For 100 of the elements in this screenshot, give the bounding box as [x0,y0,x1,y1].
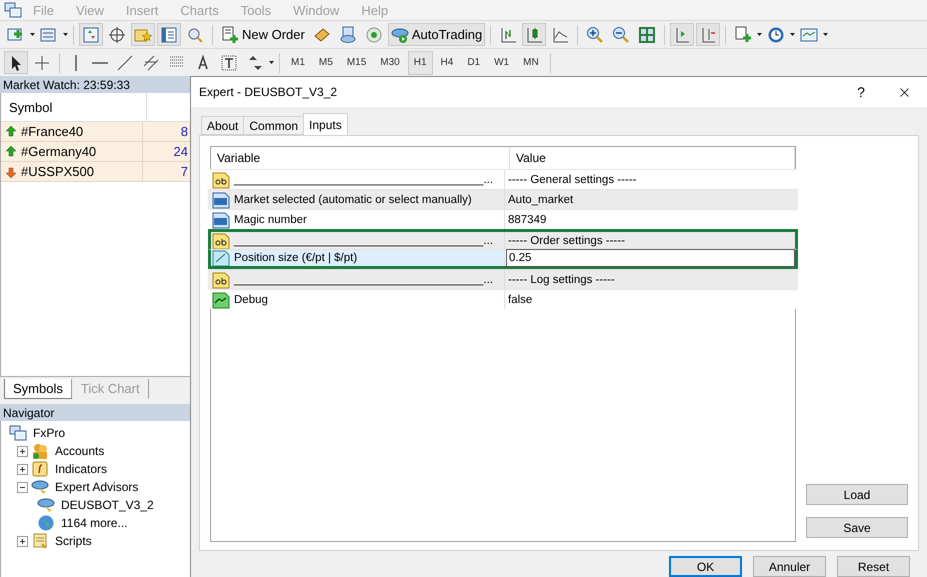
value-cell: 887349 [508,214,546,226]
dialog-button[interactable]: Annuler [753,556,826,577]
tree-item[interactable]: DEUSBOT_V3_2 [37,496,190,514]
market-watch-button[interactable] [79,23,103,46]
folder-star-button[interactable] [131,23,155,46]
caret-icon [823,33,828,36]
timeframe-button[interactable]: MN [517,50,545,74]
value-cell: false [508,294,532,306]
save-button[interactable]: Save [806,517,908,538]
crosshair-icon [33,54,51,72]
line-chart-icon [551,26,570,44]
price-cell-text: 8 [180,124,189,139]
collapse-icon[interactable] [17,482,28,492]
tree-item[interactable]: FxPro [9,424,190,442]
window-title: Expert - DEUSBOT_V3_2 [199,85,338,99]
timeframe-button[interactable]: M15 [340,50,372,74]
variable-name: Magic number [234,214,307,226]
dialog-tab[interactable]: Common [243,116,304,135]
navigator-button[interactable] [157,23,181,46]
chart-type-icon [212,290,230,308]
value-input[interactable]: 0.25 [506,249,795,267]
dialog-tab[interactable]: Inputs [303,113,348,135]
caret-icon [757,33,762,36]
tree-item[interactable]: 1164 more... [37,514,190,532]
dialog-button[interactable]: OK [669,556,742,577]
text-type-icon [212,232,230,249]
text-label-icon [220,54,238,72]
add-indicator-icon [734,26,752,44]
timeframe-button[interactable]: M5 [312,50,339,74]
tree-label: Accounts [55,444,104,458]
new-chart-icon [7,26,25,44]
timeframe-button[interactable]: D1 [461,50,486,74]
timeframe-button[interactable]: M30 [374,50,406,74]
tile-windows-icon [638,26,656,44]
terminal-icon [9,424,27,442]
navigator-icon [160,26,178,44]
tree-label: Indicators [55,462,108,476]
tree-item[interactable]: Expert Advisors [17,478,190,496]
caret-icon [30,33,35,36]
chart-shift-button[interactable] [696,23,720,46]
template-icon [800,26,818,44]
clock-icon [767,26,786,44]
variable-name: Position size (€/pt | $/pt) [234,252,358,264]
expand-icon[interactable] [17,446,28,456]
profiles-icon [40,26,58,44]
column-header: Symbol [1,93,147,121]
help-button[interactable]: ? [841,77,881,107]
timeframe-button[interactable]: H1 [408,50,433,74]
tree-label: 1164 more... [61,516,128,530]
fraction-type-icon [212,250,230,266]
new-order-button[interactable]: New Order [218,23,308,46]
panel-title: Market Watch: 23:59:33 [0,76,190,93]
caret-icon [790,33,796,36]
new-order-icon [221,26,239,44]
zoom-in-icon [586,26,604,44]
tree-item[interactable]: Accounts [17,442,190,460]
text-type-icon [212,270,230,288]
hat-icon [37,496,55,514]
cursor-button[interactable] [4,51,28,74]
vertical-line-icon [75,54,77,70]
value-cell: ----- General settings ----- [508,174,636,186]
auto-scroll-button[interactable] [670,23,694,46]
tree-item[interactable]: Indicators [17,460,190,478]
tree-label: Scripts [55,534,92,548]
auto-trading-button[interactable]: AutoTrading [388,23,486,46]
variable-name: Debug [234,294,268,306]
price-cell-text: 7 [180,164,189,179]
value-cell: Auto_market [508,194,574,206]
variable-name: _______________________________________... [234,274,494,286]
symbol-name: #USSPX500 [21,164,94,179]
scroll-icon [31,532,49,550]
panel-title: Navigator [0,404,190,421]
load-button[interactable]: Load [806,484,908,505]
timeframe-button[interactable]: H4 [434,50,460,74]
zoom-out-icon [612,26,630,44]
coins-icon [31,442,49,460]
caret-icon [63,33,68,36]
magnifier-icon [186,26,204,44]
value-cell: ----- Order settings ----- [508,234,625,246]
channel-icon [142,54,160,72]
crosshair-icon [108,26,126,44]
price-cell-text: 24 [172,144,189,159]
tree-item[interactable]: Scripts [17,532,190,550]
globe-icon [37,514,55,532]
candle-chart-button[interactable] [522,23,546,46]
text-type-icon [212,170,230,188]
trend-line-icon [116,54,134,72]
dialog-button[interactable]: Reset [837,556,910,577]
timeframe-button[interactable]: W1 [488,50,516,74]
tree-label: DEUSBOT_V3_2 [61,498,154,512]
variable-name: Market selected (automatic or select manually) [234,194,472,206]
expand-icon[interactable] [17,464,28,474]
panel-tab[interactable]: Symbols [4,379,72,399]
dialog-tab[interactable]: About [201,116,244,135]
tree-label: Expert Advisors [55,480,138,494]
timeframe-button[interactable]: M1 [285,50,311,74]
market-watch-icon [82,26,100,44]
expand-icon[interactable] [17,536,28,546]
variable-name: _______________________________________... [234,234,494,246]
number-type-icon [212,190,230,208]
